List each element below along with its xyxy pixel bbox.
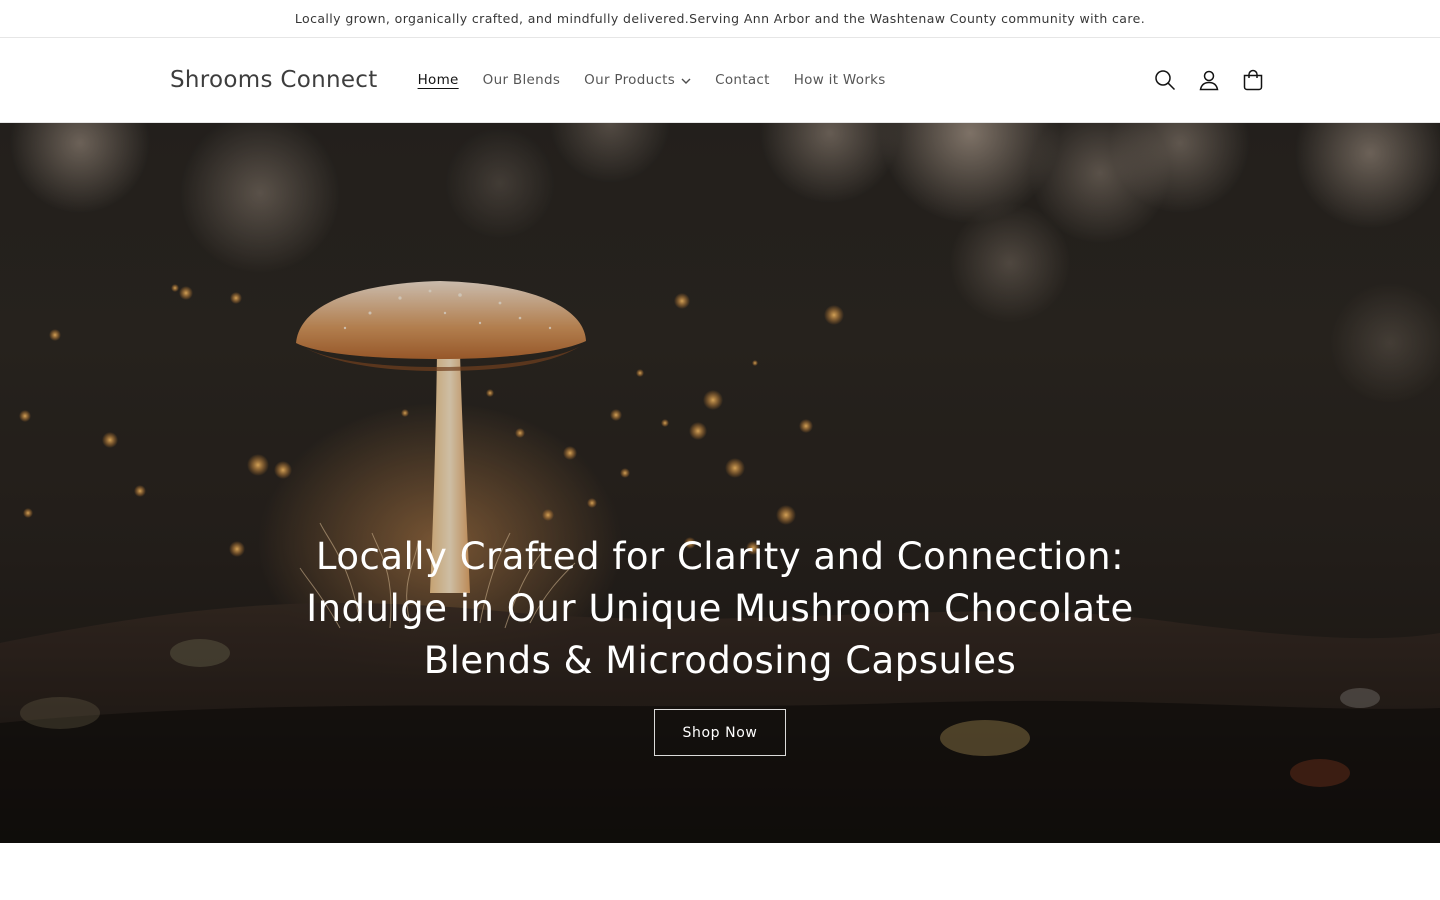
nav-item-home[interactable]: Home	[406, 72, 471, 88]
page-continuation	[0, 843, 1440, 899]
account-button[interactable]	[1192, 63, 1226, 97]
chevron-down-icon	[681, 78, 691, 84]
nav-item-how-it-works[interactable]: How it Works	[782, 72, 898, 88]
nav-item-our-blends[interactable]: Our Blends	[471, 72, 573, 88]
nav-item-label: How it Works	[793, 72, 886, 88]
nav-item-label: Contact	[715, 72, 770, 88]
nav-item-contact[interactable]: Contact	[703, 72, 782, 88]
nav-item-label: Our Products	[584, 72, 676, 88]
hero-content: Locally Crafted for Clarity and Connecti…	[0, 531, 1440, 756]
site-header: Shrooms Connect Home Our Blends Our Prod…	[0, 38, 1440, 123]
site-logo[interactable]: Shrooms Connect	[170, 67, 378, 93]
announcement-bar: Locally grown, organically crafted, and …	[0, 0, 1440, 38]
hero-banner: Locally Crafted for Clarity and Connecti…	[0, 123, 1440, 843]
announcement-text: Locally grown, organically crafted, and …	[294, 11, 1146, 26]
main-nav: Home Our Blends Our Products Contact How…	[406, 72, 898, 88]
account-icon	[1199, 70, 1219, 91]
cart-icon	[1243, 69, 1263, 91]
hero-title: Locally Crafted for Clarity and Connecti…	[306, 535, 1134, 682]
nav-item-label: Our Blends	[482, 72, 561, 88]
nav-item-label: Home	[417, 72, 459, 88]
search-button[interactable]	[1148, 63, 1182, 97]
cart-button[interactable]	[1236, 63, 1270, 97]
header-icons	[1148, 63, 1270, 97]
shop-now-button[interactable]: Shop Now	[654, 709, 786, 756]
search-icon	[1155, 70, 1176, 91]
nav-item-our-products[interactable]: Our Products	[572, 72, 703, 88]
